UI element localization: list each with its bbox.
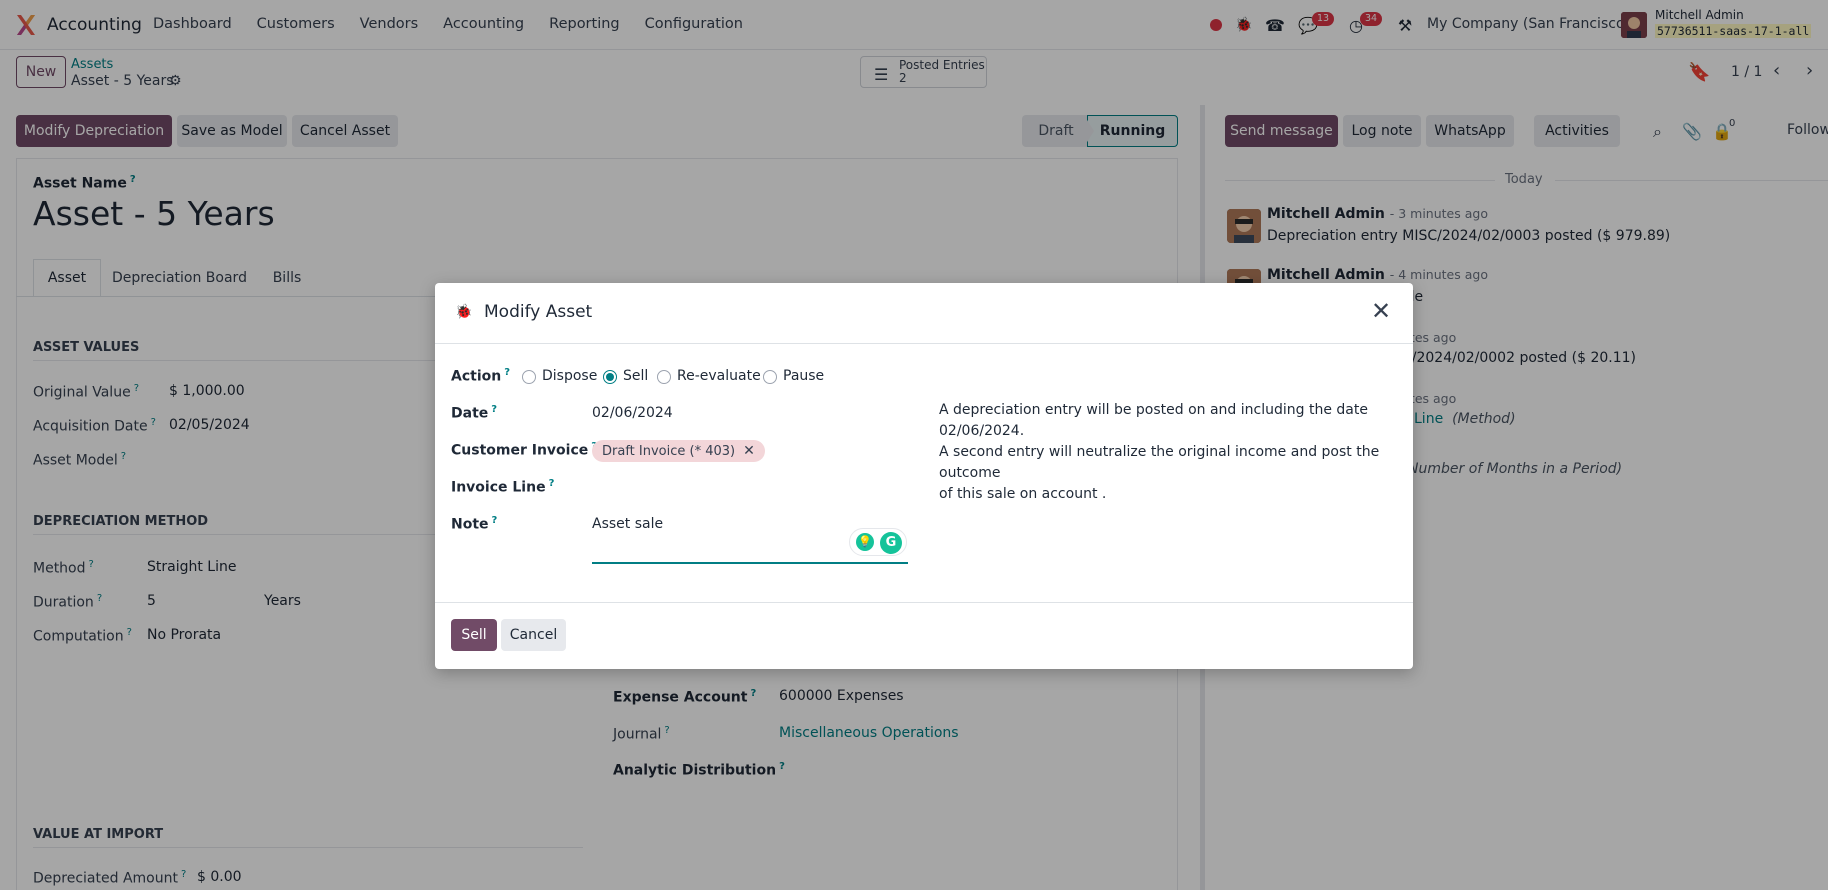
radio-sell[interactable] bbox=[603, 370, 617, 384]
info-line: 02/06/2024. bbox=[939, 423, 1025, 439]
modify-asset-dialog: 🐞 Modify Asset ✕ Action? Dispose Sell Re… bbox=[435, 283, 1413, 669]
date-field[interactable]: 02/06/2024 bbox=[592, 405, 673, 421]
help-icon[interactable]: ? bbox=[504, 367, 510, 378]
dialog-footer-divider bbox=[435, 602, 1413, 603]
lightbulb-icon[interactable]: 💡 bbox=[856, 533, 874, 551]
radio-pause[interactable] bbox=[763, 370, 777, 384]
dialog-header: 🐞 Modify Asset ✕ bbox=[435, 283, 1413, 344]
date-label: Date bbox=[451, 405, 489, 422]
customer-invoice-tag-label: Draft Invoice (* 403) bbox=[602, 443, 736, 459]
grammarly-icon[interactable]: G bbox=[880, 532, 902, 554]
help-icon[interactable]: ? bbox=[492, 515, 498, 526]
help-icon[interactable]: ? bbox=[549, 478, 555, 489]
info-line: of this sale on account . bbox=[939, 486, 1107, 502]
radio-re-evaluate[interactable] bbox=[657, 370, 671, 384]
note-label: Note bbox=[451, 516, 489, 533]
note-field-underline bbox=[592, 562, 908, 564]
cancel-button[interactable]: Cancel bbox=[501, 619, 566, 651]
close-icon[interactable]: ✕ bbox=[1371, 299, 1391, 323]
radio-re-evaluate-label[interactable]: Re-evaluate bbox=[677, 368, 761, 384]
grammarly-widget[interactable]: 💡 G bbox=[849, 528, 907, 556]
info-line: A depreciation entry will be posted on a… bbox=[939, 402, 1368, 418]
dialog-title: Modify Asset bbox=[484, 302, 593, 322]
invoice-line-label: Invoice Line bbox=[451, 479, 546, 496]
bug-icon: 🐞 bbox=[455, 304, 473, 320]
radio-sell-label[interactable]: Sell bbox=[623, 368, 648, 384]
help-icon[interactable]: ? bbox=[491, 404, 497, 415]
radio-pause-label[interactable]: Pause bbox=[783, 368, 824, 384]
customer-invoice-tag[interactable]: Draft Invoice (* 403) ✕ bbox=[592, 440, 765, 462]
info-line: A second entry will neutralize the origi… bbox=[939, 444, 1380, 481]
remove-tag-icon[interactable]: ✕ bbox=[743, 443, 755, 459]
radio-dispose[interactable] bbox=[522, 370, 536, 384]
action-label: Action bbox=[451, 368, 502, 385]
sell-button[interactable]: Sell bbox=[451, 619, 497, 651]
sell-info-text: A depreciation entry will be posted on a… bbox=[939, 400, 1399, 505]
radio-dispose-label[interactable]: Dispose bbox=[542, 368, 597, 384]
customer-invoice-label: Customer Invoice bbox=[451, 442, 589, 459]
note-field[interactable]: Asset sale bbox=[592, 516, 663, 532]
